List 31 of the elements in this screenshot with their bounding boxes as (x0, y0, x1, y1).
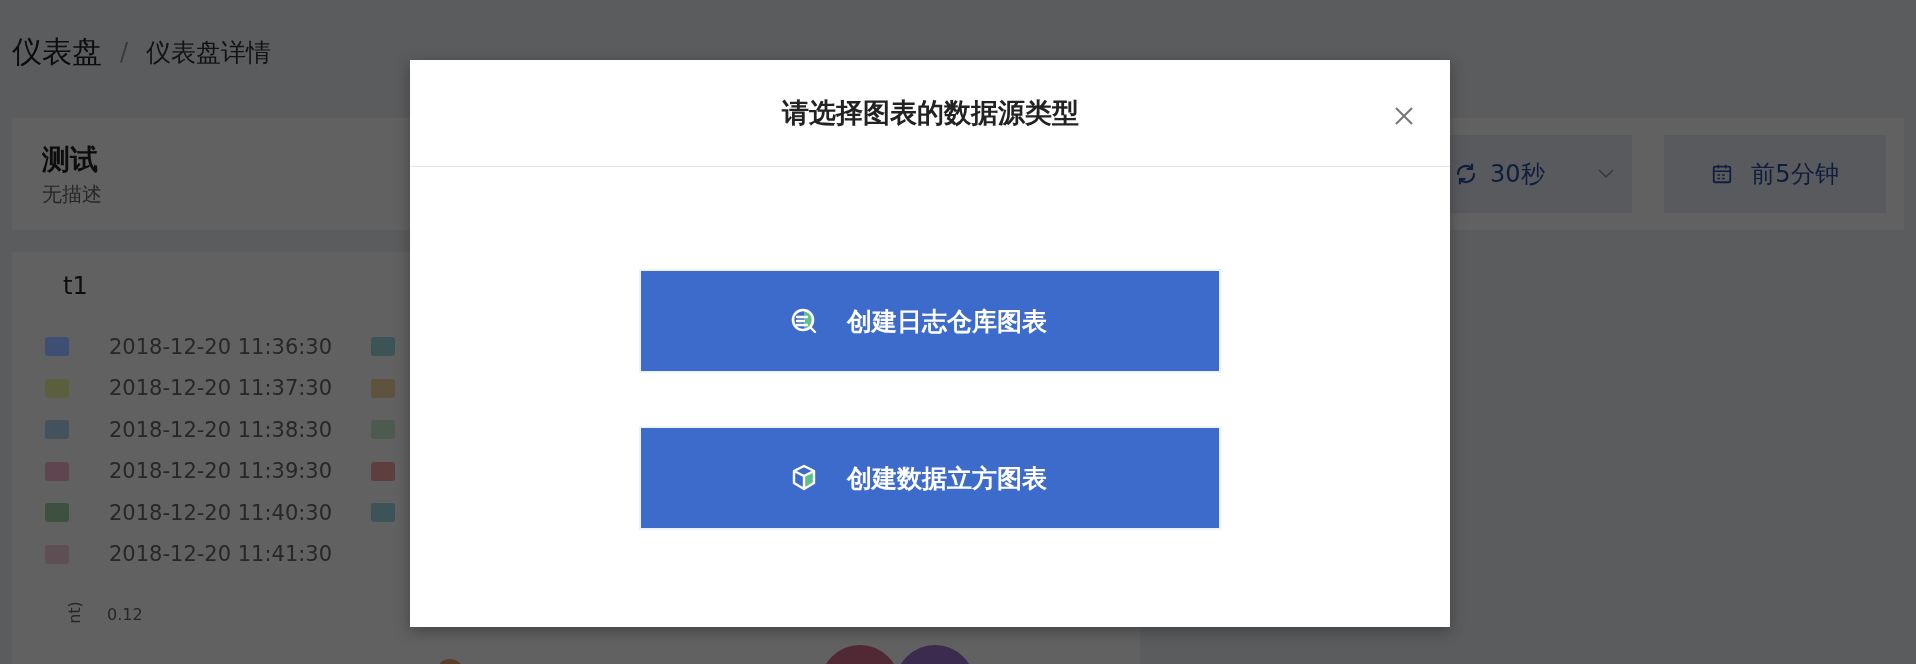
dashboard-description: 无描述 (42, 180, 102, 208)
breadcrumb-item[interactable]: 仪表盘 (12, 31, 102, 73)
panel-title: t1 (62, 272, 89, 302)
modal-title: 请选择图表的数据源类型 (781, 96, 1079, 130)
legend-label: 2018-12-20 11:41:30 (109, 542, 333, 567)
legend-label: 2018-12-20 11:38:30 (109, 417, 333, 442)
legend-swatch[interactable] (45, 503, 69, 523)
legend-swatch[interactable] (371, 337, 395, 357)
refresh-icon (1454, 162, 1478, 186)
legend-swatch[interactable] (45, 461, 69, 481)
legend-swatch[interactable] (371, 503, 395, 523)
chevron-down-icon (1598, 169, 1614, 179)
dashboard-title: 测试 (42, 141, 99, 178)
y-tick-label: 0.12 (107, 605, 143, 624)
legend-swatch[interactable] (45, 337, 69, 357)
create-chart-button[interactable]: 创建日志仓库图表 (639, 269, 1221, 373)
search-icon (789, 306, 819, 336)
legend-label: 2018-12-20 11:40:30 (109, 500, 333, 525)
breadcrumb-item: 仪表盘详情 (146, 36, 272, 69)
legend-swatch[interactable] (371, 461, 395, 481)
time-range-button[interactable]: 前5分钟 (1664, 135, 1886, 213)
breadcrumb-separator: / (120, 38, 129, 66)
y-axis-label: nt) (64, 601, 84, 624)
calendar-icon (1711, 163, 1734, 185)
legend-label: 2018-12-20 11:37:30 (109, 376, 333, 401)
legend-swatch[interactable] (45, 378, 69, 398)
create-chart-button[interactable]: 创建数据立方图表 (639, 426, 1221, 530)
legend-label: 2018-12-20 11:39:30 (109, 459, 333, 484)
legend-swatch[interactable] (45, 420, 69, 440)
legend-swatch[interactable] (371, 378, 395, 398)
legend-label: 2018-12-20 11:36:30 (109, 334, 333, 359)
